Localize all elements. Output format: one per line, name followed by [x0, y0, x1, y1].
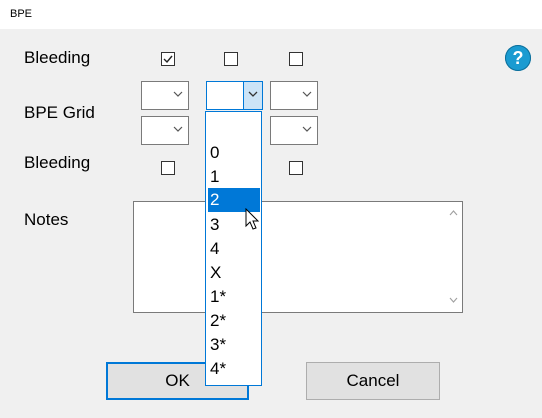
- cancel-button[interactable]: Cancel: [306, 362, 440, 400]
- bpe-grid-combo-2-3[interactable]: [270, 116, 318, 145]
- dropdown-option[interactable]: 4*: [208, 357, 260, 381]
- chevron-down-icon: [302, 126, 312, 132]
- notes-scrollbar[interactable]: [445, 202, 462, 312]
- dropdown-option[interactable]: 4: [208, 237, 260, 261]
- bleeding-bottom-label: Bleeding: [24, 153, 91, 172]
- chevron-down-icon: [173, 91, 183, 97]
- mouse-cursor-icon: [245, 208, 260, 230]
- dropdown-option[interactable]: 1: [208, 165, 260, 189]
- chevron-down-icon: [302, 91, 312, 97]
- chevron-down-icon: [248, 91, 258, 97]
- window-title: BPE: [10, 8, 33, 20]
- bpe-grid-label: BPE Grid: [24, 103, 95, 122]
- bleeding-bottom-checkbox-1[interactable]: [161, 161, 175, 175]
- chevron-down-icon: [173, 126, 183, 132]
- checkmark-icon: [163, 55, 173, 64]
- bleeding-top-label: Bleeding: [24, 48, 91, 67]
- dropdown-option[interactable]: 3*: [208, 333, 260, 357]
- bleeding-top-checkbox-1[interactable]: [161, 52, 175, 66]
- bleeding-top-checkbox-3[interactable]: [289, 52, 303, 66]
- bpe-grid-combo-2-1[interactable]: [141, 116, 189, 145]
- help-icon[interactable]: ?: [505, 45, 531, 71]
- bleeding-bottom-checkbox-3[interactable]: [289, 161, 303, 175]
- notes-textarea[interactable]: [133, 201, 463, 313]
- scroll-up-icon[interactable]: [449, 210, 458, 216]
- scroll-down-icon[interactable]: [449, 297, 458, 303]
- dropdown-option[interactable]: 1*: [208, 285, 260, 309]
- dropdown-option[interactable]: 0: [208, 141, 260, 165]
- bpe-grid-combo-1-1[interactable]: [141, 81, 189, 110]
- dropdown-option[interactable]: 2*: [208, 309, 260, 333]
- bleeding-top-checkbox-2[interactable]: [224, 52, 238, 66]
- dropdown-option[interactable]: X: [208, 261, 260, 285]
- notes-label: Notes: [24, 210, 69, 229]
- bpe-score-dropdown-list[interactable]: 0 1 2 3 4 X 1* 2* 3* 4*: [205, 111, 262, 386]
- bpe-grid-combo-1-2[interactable]: [206, 81, 263, 110]
- bpe-grid-combo-1-3[interactable]: [270, 81, 318, 110]
